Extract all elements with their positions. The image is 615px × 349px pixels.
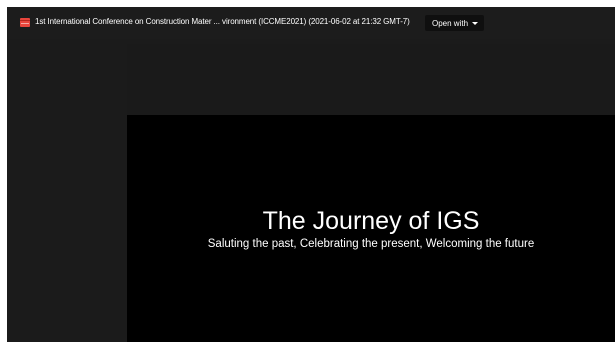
file-viewer: 1st International Conference on Construc…	[7, 7, 615, 342]
open-with-label: Open with	[432, 18, 469, 28]
slide-subtitle: Saluting the past, Celebrating the prese…	[207, 238, 535, 250]
open-with-button[interactable]: Open with	[425, 15, 485, 31]
presentation-file-icon	[20, 18, 30, 27]
preview-top-strip	[127, 44, 615, 115]
slide-title: The Journey of IGS	[262, 207, 480, 235]
viewer-header: 1st International Conference on Construc…	[7, 7, 615, 39]
chevron-down-icon	[472, 21, 479, 25]
preview-area[interactable]: The Journey of IGS Saluting the past, Ce…	[127, 44, 615, 342]
file-title: 1st International Conference on Construc…	[35, 17, 410, 26]
slide-preview[interactable]: The Journey of IGS Saluting the past, Ce…	[127, 115, 615, 342]
